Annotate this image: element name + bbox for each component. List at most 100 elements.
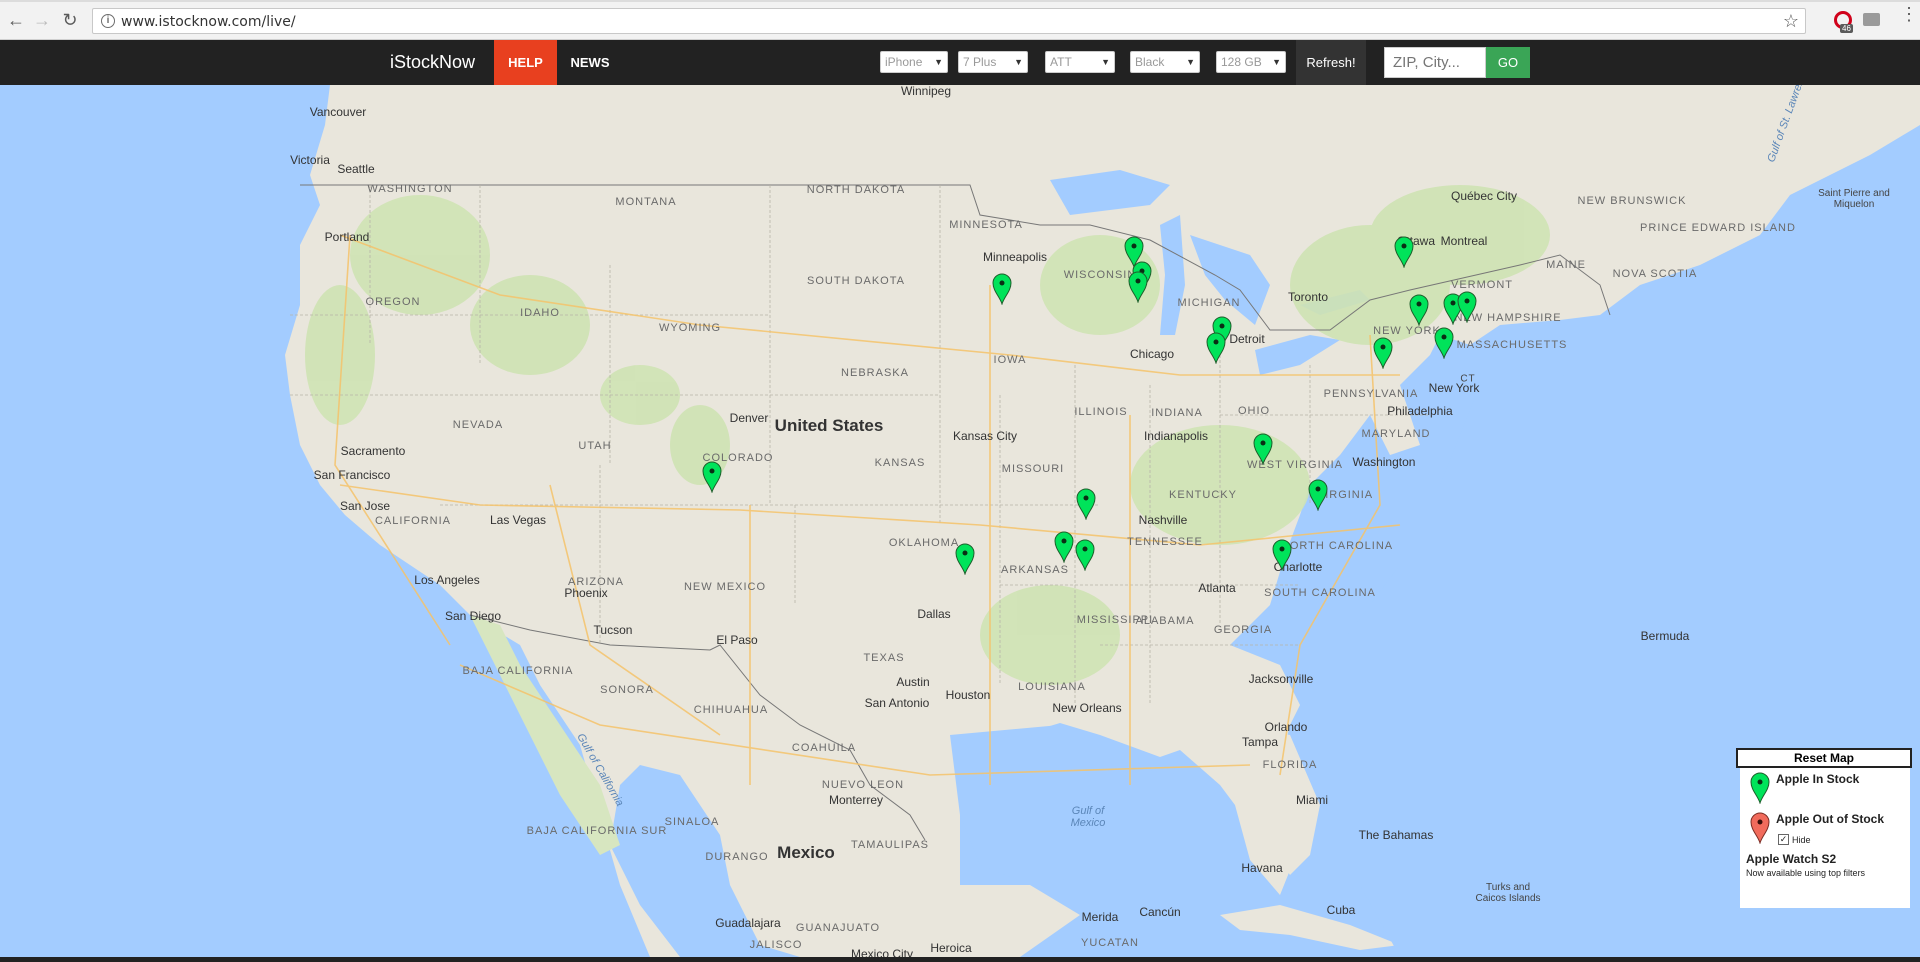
map-label-state: WASHINGTON (367, 183, 453, 195)
camera-icon[interactable] (1863, 13, 1880, 26)
map-pin-in-stock[interactable] (1253, 433, 1273, 465)
map-label-city: The Bahamas (1358, 828, 1434, 842)
map-label-state: FLORIDA (1262, 759, 1318, 771)
map-label-state: SONORA (600, 684, 654, 696)
info-icon[interactable]: i (101, 14, 115, 28)
map-label-city: Tucson (593, 623, 633, 637)
map-pin-in-stock[interactable] (1394, 236, 1414, 268)
map-label-city: Mexico City (850, 947, 914, 957)
reset-map-button[interactable]: Reset Map (1736, 748, 1912, 768)
map-label-state: NEW BRUNSWICK (1577, 195, 1687, 207)
map-pin-in-stock[interactable] (992, 273, 1012, 305)
map-label-water: Gulf of Mexico (1070, 805, 1106, 829)
hide-toggle[interactable]: ✓ Hide (1778, 834, 1811, 845)
browser-menu-icon[interactable]: ⋮ (1900, 5, 1918, 23)
address-bar[interactable]: i www.istocknow.com/live/ ☆ (92, 8, 1806, 34)
map-label-city: San Diego (444, 609, 502, 623)
extension-badge-count: 46 (1840, 24, 1853, 33)
go-button[interactable]: GO (1486, 47, 1530, 78)
bottom-bar (0, 957, 1920, 962)
map-label-state: MISSOURI (1001, 463, 1065, 475)
forward-arrow-icon[interactable]: → (32, 10, 52, 30)
map-label-state: CALIFORNIA (374, 515, 452, 527)
map-label-state: NEVADA (452, 419, 504, 431)
map-pin-in-stock[interactable] (955, 543, 975, 575)
map-label-state: ILLINOIS (1074, 406, 1128, 418)
map-label-city: Orlando (1264, 720, 1308, 734)
zip-city-input[interactable] (1384, 47, 1486, 78)
map-label-state: VERMONT (1451, 279, 1513, 291)
map-pin-in-stock[interactable] (1076, 488, 1096, 520)
map-label-city: Heroica (930, 941, 972, 955)
map-label-state: DURANGO (705, 851, 769, 863)
map-label-state: MARYLAND (1361, 428, 1431, 440)
out-of-stock-pin-icon (1750, 812, 1770, 844)
map-label-city: Montreal (1440, 234, 1488, 248)
map-label-city: Atlanta (1198, 581, 1236, 595)
map-label-state: NEW YORK (1373, 325, 1441, 337)
map-pin-in-stock[interactable] (1206, 332, 1226, 364)
map-label-state: BAJA CALIFORNIA (462, 665, 574, 677)
map-label-city: Minneapolis (982, 250, 1048, 264)
map-label-city: Dallas (917, 607, 951, 621)
map-label-state: ALABAMA (1135, 615, 1195, 627)
map-label-city: Vancouver (309, 105, 367, 119)
map-pin-in-stock[interactable] (1434, 327, 1454, 359)
url-text: www.istocknow.com/live/ (121, 14, 296, 30)
map-label-city: Miami (1296, 793, 1328, 807)
map-pin-in-stock[interactable] (702, 461, 722, 493)
map-label-city: Indianapolis (1143, 429, 1209, 443)
map-label-city: Chicago (1129, 347, 1175, 361)
refresh-button[interactable]: Refresh! (1296, 40, 1366, 85)
map-pin-in-stock[interactable] (1054, 531, 1074, 563)
map-label-state: ARKANSAS (1001, 564, 1069, 576)
map-pin-in-stock[interactable] (1409, 294, 1429, 326)
hide-checkbox[interactable]: ✓ (1778, 834, 1789, 845)
map-label-state: INDIANA (1151, 407, 1203, 419)
bookmark-star-icon[interactable]: ☆ (1783, 11, 1799, 32)
map-label-city: Austin (896, 675, 930, 689)
carrier-select[interactable]: ATT (1045, 51, 1115, 73)
map-label-state: TAMAULIPAS (850, 839, 930, 851)
map-label-city: Jacksonville (1248, 672, 1314, 686)
color-select[interactable]: Black (1130, 51, 1200, 73)
back-arrow-icon[interactable]: ← (6, 10, 26, 30)
map-label-state: NEBRASKA (841, 367, 909, 379)
map-pin-in-stock[interactable] (1128, 271, 1148, 303)
map-legend: Reset Map Apple In Stock Apple Out of St… (1736, 748, 1912, 908)
map-label-state: MINNESOTA (949, 219, 1023, 231)
map-label-state: SOUTH DAKOTA (807, 275, 905, 287)
map-label-city: Québec City (1450, 189, 1518, 203)
map-label-city: El Paso (716, 633, 758, 647)
map-label-state: NEW MEXICO (683, 581, 767, 593)
map-label-city: Victoria (290, 153, 330, 167)
help-button[interactable]: HELP (494, 40, 557, 85)
reload-icon[interactable]: ↻ (60, 10, 80, 30)
storage-select[interactable]: 128 GB (1216, 51, 1286, 73)
map-pin-in-stock[interactable] (1373, 337, 1393, 369)
map-label-city: San Jose (339, 499, 391, 513)
map-label-state: CHIHUAHUA (693, 704, 769, 716)
map-label-state: IDAHO (520, 307, 560, 319)
browser-chrome: ← → ↻ i www.istocknow.com/live/ ☆ 46 ⋮ (0, 0, 1920, 40)
map-label-state: LOUISIANA (1018, 681, 1086, 693)
legend-panel: Apple In Stock Apple Out of Stock ✓ Hide… (1740, 768, 1910, 908)
map-pin-in-stock[interactable] (1075, 539, 1095, 571)
map-label-city: Havana (1241, 861, 1283, 875)
device-select[interactable]: iPhone (880, 51, 948, 73)
brand-logo[interactable]: iStockNow (390, 52, 475, 73)
apple-watch-subtitle: Now available using top filters (1746, 868, 1866, 878)
map-pin-in-stock[interactable] (1272, 539, 1292, 571)
news-button[interactable]: NEWS (566, 40, 614, 85)
map-label-city: New Orleans (1052, 701, 1122, 715)
map-label-state: OHIO (1237, 405, 1271, 417)
map-label-city: San Francisco (313, 468, 391, 482)
map-pin-in-stock[interactable] (1457, 291, 1477, 323)
map-pin-in-stock[interactable] (1308, 479, 1328, 511)
map-label-state: GUANAJUATO (795, 922, 881, 934)
map-label-city: Cancún (1139, 905, 1181, 919)
map-label-city: Washington (1352, 455, 1416, 469)
model-select[interactable]: 7 Plus (958, 51, 1028, 73)
map-label-city: Tampa (1241, 735, 1279, 749)
map-canvas[interactable]: United States Mexico WASHINGTON OREGON I… (0, 85, 1920, 957)
